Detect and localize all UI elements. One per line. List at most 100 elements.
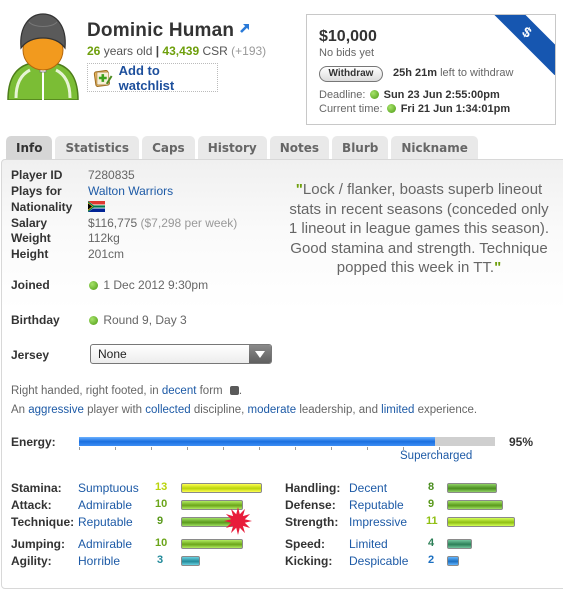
skill-value: 10 xyxy=(155,498,168,510)
form-indicator-icon xyxy=(229,386,239,395)
weight-value: 112kg xyxy=(88,231,120,245)
tab-nickname[interactable]: Nickname xyxy=(391,136,478,160)
height-value: 201cm xyxy=(88,247,125,261)
age-suffix: years old xyxy=(100,44,156,58)
player-name: Dominic Human xyxy=(87,20,251,42)
energy-label: Energy: xyxy=(11,435,56,449)
skill-bar xyxy=(181,556,200,566)
skill-level-link[interactable]: Admirable xyxy=(78,498,132,512)
tab-notes[interactable]: Notes xyxy=(269,136,330,160)
skill-value: 11 xyxy=(426,515,438,527)
skill-level-link[interactable]: Sumptuous xyxy=(78,481,139,495)
player-id-value: 7280835 xyxy=(88,168,135,182)
skill-level-link[interactable]: Admirable xyxy=(78,537,132,551)
skill-level-link[interactable]: Horrible xyxy=(78,554,120,568)
player-age: 26 xyxy=(87,44,101,58)
south-africa-flag-icon[interactable] xyxy=(88,201,105,212)
discipline-link[interactable]: collected xyxy=(145,404,190,416)
skill-level-link[interactable]: Limited xyxy=(349,537,388,551)
traits-text: An xyxy=(11,404,29,416)
salary-weekly: ($7,298 per week) xyxy=(140,216,238,230)
skill-bar xyxy=(447,556,460,566)
withdraw-time-suffix: left to withdraw xyxy=(437,67,514,79)
experience-link[interactable]: limited xyxy=(381,404,414,416)
joined-date: 1 Dec 2012 9:30pm xyxy=(103,278,209,292)
team-link[interactable]: Walton Warriors xyxy=(88,184,173,198)
deadline-line: Deadline: Sun 23 Jun 2:55:00pm xyxy=(319,89,500,101)
energy-tick xyxy=(367,447,368,450)
traits-text: leadership, and xyxy=(296,404,382,416)
player-blurb-quote: "Lock / flanker, boasts superb lineout s… xyxy=(285,180,553,278)
energy-tick xyxy=(295,447,296,450)
birthday-date: Round 9, Day 3 xyxy=(103,313,187,327)
skill-value: 4 xyxy=(428,537,435,549)
watchlist-add-icon xyxy=(93,69,113,87)
energy-tick xyxy=(259,447,260,450)
chevron-down-icon xyxy=(249,345,271,363)
skill-row-handling: Handling: Decent 8 xyxy=(285,481,563,497)
traits-text: . xyxy=(238,385,243,397)
current-time-value: Fri 21 Jun 1:34:01pm xyxy=(400,103,511,115)
energy-tick xyxy=(187,447,188,450)
add-to-watchlist-button[interactable]: Add to watchlist xyxy=(87,62,218,93)
quote-open-mark: " xyxy=(295,181,303,198)
skill-level-link[interactable]: Reputable xyxy=(78,515,133,529)
skill-row-stamina: Stamina: Sumptuous 13 xyxy=(11,481,291,497)
skill-row-speed: Speed: Limited 4 xyxy=(285,537,563,553)
skill-bar xyxy=(181,483,262,493)
energy-description-link[interactable]: Supercharged xyxy=(400,450,472,462)
player-csr: 43,439 xyxy=(162,44,200,58)
skill-bar xyxy=(447,500,503,510)
skill-level-link[interactable]: Despicable xyxy=(349,554,408,568)
separator: | xyxy=(155,44,160,58)
skill-level-link[interactable]: Reputable xyxy=(349,498,404,512)
watchlist-label: Add to watchlist xyxy=(118,62,175,93)
jersey-selected-value: None xyxy=(98,347,127,361)
tab-history[interactable]: History xyxy=(197,136,267,160)
plays-for-label: Plays for xyxy=(11,184,62,198)
skill-value: 2 xyxy=(428,554,435,566)
aggression-link[interactable]: aggressive xyxy=(28,404,84,416)
external-link-icon[interactable] xyxy=(239,22,251,34)
jersey-label: Jersey xyxy=(11,348,50,362)
globe-icon xyxy=(89,281,98,290)
nationality-value xyxy=(88,200,105,214)
tab-blurb[interactable]: Blurb xyxy=(332,136,389,160)
skill-value: 9 xyxy=(428,498,435,510)
joined-value: 1 Dec 2012 9:30pm xyxy=(88,278,208,292)
skill-value: 3 xyxy=(157,554,164,566)
transfer-listed-ribbon: $ xyxy=(483,15,555,76)
traits-text: experience. xyxy=(414,404,478,416)
globe-icon xyxy=(386,104,396,113)
tab-caps[interactable]: Caps xyxy=(142,136,195,160)
skill-label: Kicking: xyxy=(285,554,333,568)
form-link[interactable]: decent xyxy=(162,385,197,397)
tab-statistics[interactable]: Statistics xyxy=(55,136,140,160)
skill-row-technique: Technique: Reputable 9 xyxy=(11,507,291,535)
salary-value: $116,775 ($7,298 per week) xyxy=(88,216,237,230)
leadership-link[interactable]: moderate xyxy=(248,404,297,416)
globe-icon xyxy=(89,316,98,325)
personality-line: An aggressive player with collected disc… xyxy=(11,404,477,416)
salary-amount: $116,775 xyxy=(88,216,138,230)
skill-label: Strength: xyxy=(285,515,339,529)
birthday-label: Birthday xyxy=(11,313,60,327)
withdraw-time-remaining: 25h 21m left to withdraw xyxy=(393,67,513,79)
bids-status: No bids yet xyxy=(319,47,375,59)
skill-label: Defense: xyxy=(285,498,336,512)
skill-bar xyxy=(447,539,472,549)
tab-info[interactable]: Info xyxy=(6,136,53,160)
energy-tick xyxy=(79,447,80,450)
skill-label: Jumping: xyxy=(11,537,65,551)
withdraw-button[interactable]: Withdraw xyxy=(319,66,383,82)
current-time-label: Current time: xyxy=(319,103,386,115)
skill-row-jumping: Jumping: Admirable 10 xyxy=(11,537,291,553)
traits-text: form xyxy=(196,385,226,397)
skill-level-link[interactable]: Decent xyxy=(349,481,387,495)
skill-pop-starburst-icon xyxy=(223,507,252,535)
jersey-select[interactable]: None xyxy=(90,344,272,364)
skill-label: Stamina: xyxy=(11,481,62,495)
energy-tick xyxy=(331,447,332,450)
skill-level-link[interactable]: Impressive xyxy=(349,515,407,529)
transfer-box: $ $10,000 No bids yet Withdraw 25h 21m l… xyxy=(306,14,556,125)
